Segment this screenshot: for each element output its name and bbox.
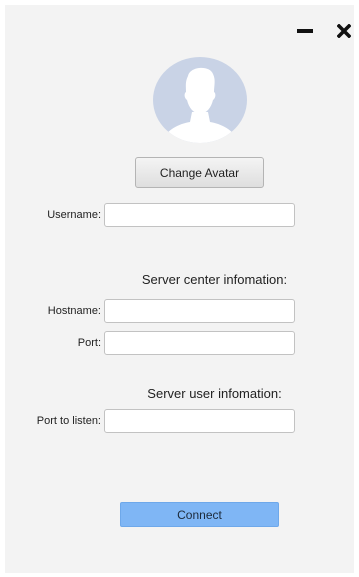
server-user-heading: Server user infomation:	[147, 386, 282, 401]
minimize-button[interactable]	[295, 21, 315, 41]
login-window: Change Avatar Username: Server center in…	[5, 5, 354, 573]
username-input[interactable]	[104, 203, 295, 227]
port-input[interactable]	[104, 331, 295, 355]
minimize-icon	[297, 29, 313, 33]
default-user-avatar-icon	[153, 57, 247, 143]
port-to-listen-label: Port to listen:	[36, 415, 101, 427]
close-icon	[337, 24, 351, 38]
close-button[interactable]	[334, 21, 354, 41]
server-center-heading: Server center infomation:	[141, 272, 288, 287]
username-label: Username:	[47, 209, 101, 221]
change-avatar-button[interactable]: Change Avatar	[135, 157, 264, 188]
port-to-listen-input[interactable]	[104, 409, 295, 433]
connect-button[interactable]: Connect	[120, 502, 279, 527]
hostname-input[interactable]	[104, 299, 295, 323]
hostname-label: Hostname:	[47, 305, 101, 317]
port-label: Port:	[77, 337, 101, 349]
